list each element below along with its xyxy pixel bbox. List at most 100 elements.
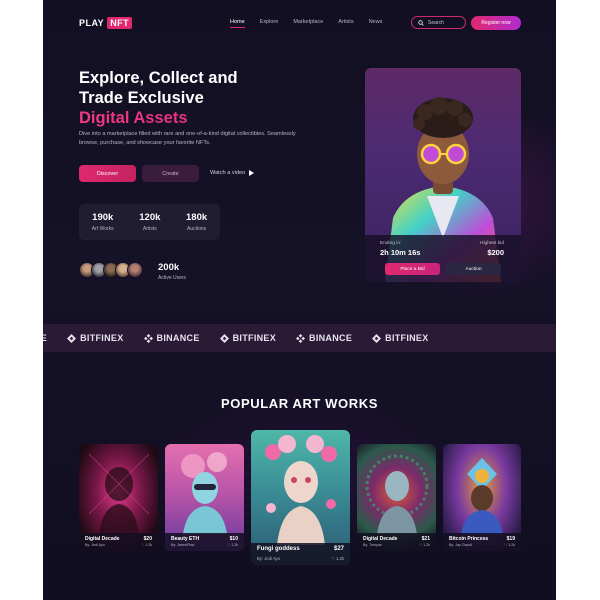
hero-title-line1: Explore, Collect and: [79, 69, 238, 87]
main-nav: Home Explore Marketplace Artists News: [230, 19, 383, 28]
art-name: Digital Decade: [363, 536, 398, 542]
art-likes[interactable]: ♡ 1.2k: [419, 543, 430, 547]
stat-value: 120k: [139, 212, 161, 223]
partner-item: BITFINEX: [219, 333, 277, 343]
art-name: Bitcoin Princess: [449, 536, 489, 542]
ending-label: Ending in:: [380, 241, 402, 246]
art-artist: By: JanesFlow: [171, 543, 195, 547]
art-artist: By: Tomyao: [363, 543, 382, 547]
art-price: $27: [333, 546, 344, 552]
partner-name: BITFINEX: [385, 333, 429, 343]
art-card-footer: Bitcoin Princess By: Jay Claudi $19 ♡ 1.…: [443, 533, 521, 551]
stat-artists: 120k Artists: [139, 212, 160, 232]
art-card-footer: Beauty ETH By: JanesFlow $10 ♡ 1.2k: [165, 533, 244, 551]
search-icon: [418, 19, 424, 26]
art-price: $20: [143, 536, 152, 542]
bid-value: $200: [487, 248, 504, 257]
brand-logo[interactable]: PLAY NFT: [79, 17, 133, 29]
bitfinex-icon: [67, 333, 77, 343]
art-artist: By: Jedi Ayo: [257, 556, 280, 561]
avatar: [127, 262, 143, 278]
search-placeholder: Search: [428, 19, 444, 26]
stat-label: Art Works: [91, 226, 114, 232]
watch-video-link[interactable]: Watch a video: [210, 170, 255, 176]
stat-label: Artists: [142, 226, 157, 232]
create-button[interactable]: Create: [142, 165, 199, 182]
partner-item: BITFINEX: [372, 333, 428, 343]
stat-auctions: 180k Auctions: [186, 212, 207, 232]
partner-item: BINANCE: [143, 333, 200, 343]
partner-item: CE: [43, 333, 47, 343]
art-card[interactable]: Beauty ETH By: JanesFlow $10 ♡ 1.2k: [165, 444, 244, 551]
user-avatars: [79, 262, 143, 278]
bitfinex-icon: [372, 333, 382, 343]
stat-art-works: 190k Art Works: [92, 212, 114, 232]
art-likes[interactable]: ♡ 1.2k: [331, 556, 344, 561]
art-name: Digital Decade: [85, 536, 120, 542]
landing-page: PLAY NFT Home Explore Marketplace Artist…: [43, 0, 556, 600]
art-card[interactable]: Digital Decade By: Tomyao $21 ♡ 1.2k: [357, 444, 436, 551]
ending-value: 2h 10m 16s: [380, 248, 421, 257]
bid-label: Highest bid: [480, 241, 504, 246]
partner-name: CE: [43, 333, 48, 343]
art-card[interactable]: Digital Decade By: Jedi Ayo $20 ♡ 1.2k: [79, 444, 158, 551]
auction-button[interactable]: Auction: [446, 263, 501, 275]
stats-panel: 190k Art Works 120k Artists 180k Auction…: [79, 204, 220, 240]
search-input[interactable]: Search: [411, 16, 466, 29]
partner-name: BINANCE: [156, 333, 200, 343]
art-price: $10: [229, 536, 238, 542]
partner-item: BINANCE: [296, 333, 352, 343]
art-likes[interactable]: ♡ 1.2k: [141, 543, 152, 547]
play-icon: [249, 170, 255, 176]
art-likes[interactable]: ♡ 1.2k: [504, 543, 515, 547]
art-price: $21: [421, 536, 430, 542]
highest-bid: Highest bid $200: [480, 241, 504, 257]
art-price: $19: [506, 536, 515, 542]
active-users-label: Active Users: [158, 275, 187, 281]
art-card-footer: Digital Decade By: Tomyao $21 ♡ 1.2k: [357, 533, 436, 551]
hero-title: Explore, Collect and Trade Exclusive Dig…: [79, 68, 319, 128]
binance-icon: [296, 333, 306, 343]
stat-value: 190k: [92, 212, 114, 223]
active-users: 200k Active Users: [158, 262, 186, 281]
hero-title-accent: Digital Assets: [79, 108, 319, 128]
art-image: [365, 454, 429, 534]
art-image: [88, 453, 150, 534]
art-name: Fungi goddess: [257, 546, 300, 552]
nav-marketplace[interactable]: Marketplace: [293, 19, 323, 25]
art-artist: By: Jedi Ayo: [85, 543, 105, 547]
brand-nft: NFT: [107, 17, 133, 29]
register-button[interactable]: Register now: [471, 16, 521, 30]
art-image: [461, 458, 503, 534]
art-likes[interactable]: ♡ 1.2k: [227, 543, 238, 547]
art-image: [265, 435, 337, 545]
active-users-value: 200k: [158, 262, 180, 273]
partner-logo-band: CE BITFINEX BINANCE BITFINEX BINANCE BIT…: [43, 324, 556, 352]
hero-title-line2: Trade Exclusive: [79, 89, 204, 107]
art-card-footer: Fungi goddess By: Jedi Ayo $27 ♡ 1.2k: [251, 543, 350, 565]
popular-section-title: POPULAR ART WORKS: [220, 396, 379, 411]
art-artist: By: Jay Claudi: [449, 543, 472, 547]
discover-button[interactable]: Discover: [79, 165, 136, 182]
art-image: [181, 452, 227, 534]
featured-nft-card[interactable]: Ending in: 2h 10m 16s Highest bid $200 P…: [365, 68, 521, 282]
art-card-footer: Digital Decade By: Jedi Ayo $20 ♡ 1.2k: [79, 533, 158, 551]
stat-label: Auctions: [186, 226, 207, 232]
stat-value: 180k: [186, 212, 208, 223]
partner-item: BITFINEX: [67, 333, 123, 343]
nav-news[interactable]: News: [369, 19, 383, 25]
partner-name: BITFINEX: [232, 333, 277, 343]
art-card[interactable]: Bitcoin Princess By: Jay Claudi $19 ♡ 1.…: [443, 444, 521, 551]
featured-card-info: Ending in: 2h 10m 16s Highest bid $200 P…: [365, 235, 521, 282]
nav-artists[interactable]: Artists: [338, 19, 353, 25]
ending-in: Ending in: 2h 10m 16s: [380, 241, 420, 257]
art-name: Beauty ETH: [171, 536, 200, 542]
watch-video-label: Watch a video: [210, 170, 246, 176]
art-card[interactable]: Fungi goddess By: Jedi Ayo $27 ♡ 1.2k: [251, 430, 350, 565]
place-bid-button[interactable]: Place a Bid: [385, 263, 440, 275]
partner-name: BITFINEX: [80, 333, 124, 343]
nav-home[interactable]: Home: [230, 19, 245, 28]
hero-description: Dive into a marketplace filled with rare…: [79, 131, 296, 146]
nav-explore[interactable]: Explore: [260, 19, 279, 25]
brand-play: PLAY: [79, 18, 105, 28]
